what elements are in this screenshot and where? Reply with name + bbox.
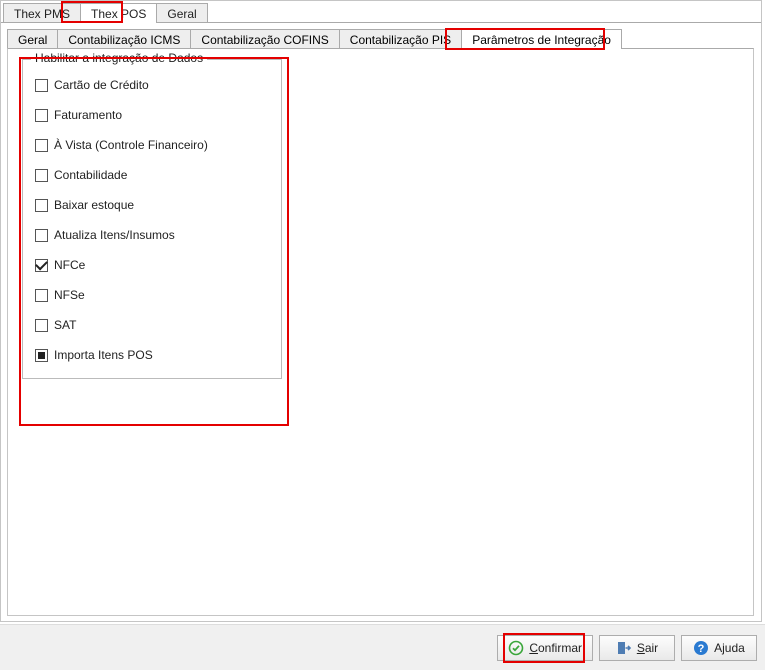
tab-contab-icms[interactable]: Contabilização ICMS	[57, 29, 191, 49]
checkbox-icon	[35, 199, 48, 212]
checkbox-icon	[35, 319, 48, 332]
check-baixar-estoque[interactable]: Baixar estoque	[35, 198, 269, 212]
fieldset-integracao-dados: Habilitar a integração de Dados Cartão d…	[22, 59, 282, 379]
checkbox-icon	[35, 259, 48, 272]
tab-thex-pms[interactable]: Thex PMS	[3, 3, 81, 23]
exit-button[interactable]: Sair	[599, 635, 675, 661]
button-label: Confirmar	[529, 641, 582, 655]
button-label: Ajuda	[714, 641, 745, 655]
help-icon: ?	[693, 640, 709, 656]
tab-thex-pos[interactable]: Thex POS	[80, 3, 157, 23]
check-label: Faturamento	[54, 108, 122, 122]
bottom-bar: Confirmar Sair ? Ajuda	[0, 624, 765, 670]
inner-tab-content: Habilitar a integração de Dados Cartão d…	[7, 48, 754, 616]
check-label: Baixar estoque	[54, 198, 134, 212]
check-label: NFSe	[54, 288, 85, 302]
check-label: À Vista (Controle Financeiro)	[54, 138, 208, 152]
check-label: NFCe	[54, 258, 85, 272]
tab-contab-pis[interactable]: Contabilização PIS	[339, 29, 462, 49]
checkbox-icon	[35, 109, 48, 122]
exit-icon	[616, 640, 632, 656]
tab-contab-cofins[interactable]: Contabilização COFINS	[190, 29, 339, 49]
outer-tabs: Thex PMS Thex POS Geral	[1, 1, 761, 23]
tab-parametros-integracao[interactable]: Parâmetros de Integração	[461, 29, 622, 49]
check-label: SAT	[54, 318, 76, 332]
confirm-button[interactable]: Confirmar	[497, 635, 593, 661]
button-label: Sair	[637, 641, 658, 655]
check-nfce[interactable]: NFCe	[35, 258, 269, 272]
check-label: Atualiza Itens/Insumos	[54, 228, 175, 242]
check-label: Cartão de Crédito	[54, 78, 149, 92]
check-atualiza-itens[interactable]: Atualiza Itens/Insumos	[35, 228, 269, 242]
fieldset-legend: Habilitar a integração de Dados	[31, 51, 207, 65]
outer-panel: Thex PMS Thex POS Geral Geral Contabiliz…	[0, 0, 762, 622]
check-contabilidade[interactable]: Contabilidade	[35, 168, 269, 182]
inner-tabs: Geral Contabilização ICMS Contabilização…	[7, 27, 755, 49]
checkbox-icon	[35, 229, 48, 242]
outer-tab-content: Geral Contabilização ICMS Contabilização…	[1, 22, 761, 620]
check-label: Importa Itens POS	[54, 348, 153, 362]
check-sat[interactable]: SAT	[35, 318, 269, 332]
check-label: Contabilidade	[54, 168, 127, 182]
tab-geral-outer[interactable]: Geral	[156, 3, 207, 23]
help-button[interactable]: ? Ajuda	[681, 635, 757, 661]
svg-text:?: ?	[698, 643, 705, 655]
checkbox-icon	[35, 349, 48, 362]
checkbox-icon	[35, 289, 48, 302]
check-nfse[interactable]: NFSe	[35, 288, 269, 302]
check-a-vista[interactable]: À Vista (Controle Financeiro)	[35, 138, 269, 152]
check-cartao-credito[interactable]: Cartão de Crédito	[35, 78, 269, 92]
checkbox-icon	[35, 139, 48, 152]
checkbox-icon	[35, 169, 48, 182]
check-faturamento[interactable]: Faturamento	[35, 108, 269, 122]
checkbox-icon	[35, 79, 48, 92]
check-importa-itens-pos[interactable]: Importa Itens POS	[35, 348, 269, 362]
tab-geral[interactable]: Geral	[7, 29, 58, 49]
check-circle-icon	[508, 640, 524, 656]
